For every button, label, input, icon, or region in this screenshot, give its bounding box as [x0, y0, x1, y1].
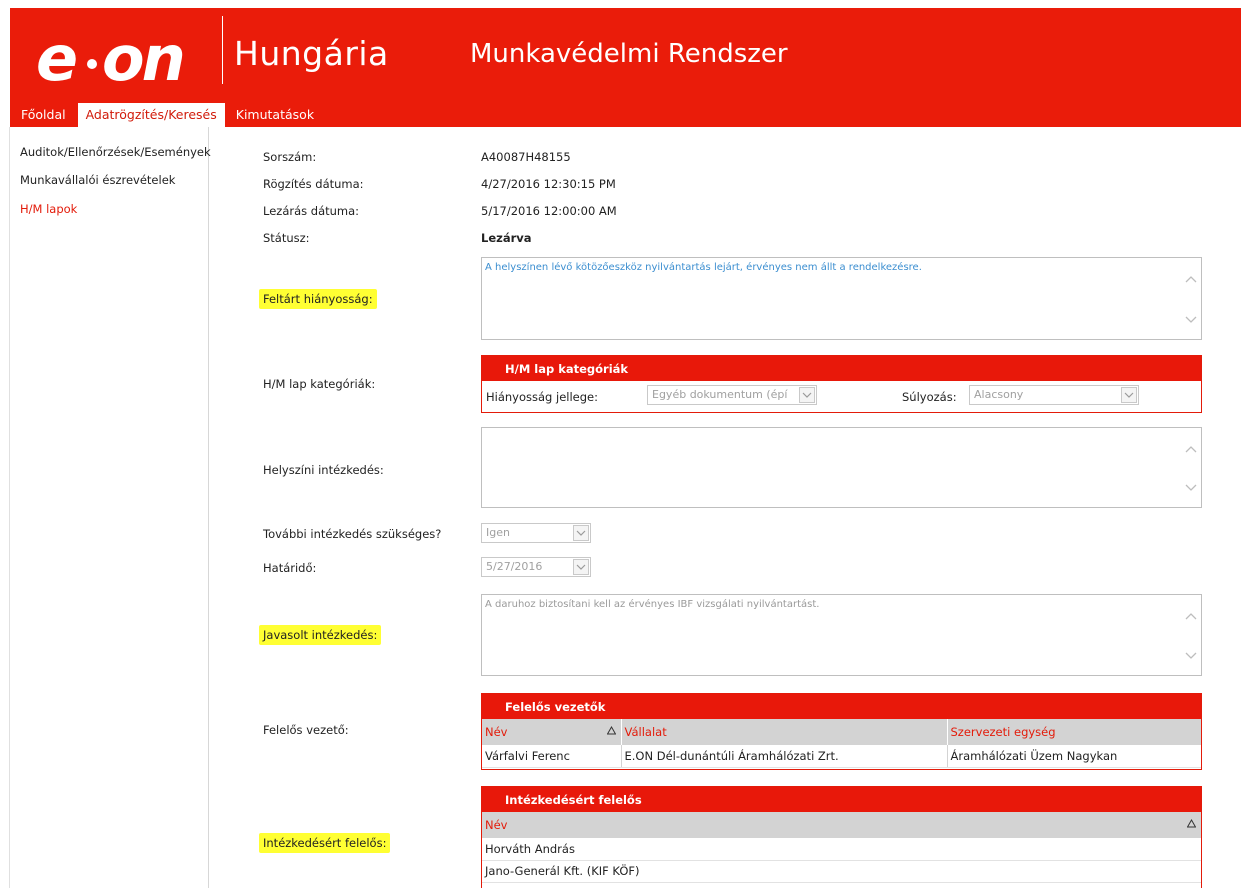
- tovabbi-select-value: Igen: [486, 526, 510, 539]
- tovabbi-label: További intézkedés szükséges?: [263, 527, 442, 541]
- column-header-nev-label: Név: [485, 725, 508, 739]
- main-nav: Főoldal Adatrögzítés/Keresés Kimutatások: [10, 103, 320, 127]
- sidebar-item-munkavallaloi[interactable]: Munkavállalói észrevételek: [20, 173, 175, 187]
- hatarido-select[interactable]: 5/27/2016: [481, 557, 591, 577]
- table-row[interactable]: Jano-Generál Kft. (KIF KÖF): [482, 860, 1201, 883]
- sulyozas-select-value: Alacsony: [974, 388, 1024, 401]
- chevron-down-icon[interactable]: [1121, 387, 1137, 403]
- cell-nev: Horváth András: [482, 838, 1201, 861]
- kategoriak-panel-row: Hiányosság jellege: Egyéb dokumentum (ép…: [482, 381, 1201, 409]
- jelleg-label: Hiányosság jellege:: [486, 390, 598, 404]
- chevron-down-icon[interactable]: [573, 559, 589, 575]
- sidebar-item-auditok[interactable]: Auditok/Ellenőrzések/Események: [20, 145, 211, 159]
- intezkedes-label-text: Intézkedésért felelős:: [259, 833, 391, 853]
- hatarido-select-value: 5/27/2016: [486, 560, 543, 573]
- feltart-text: A helyszínen lévő kötözőeszköz nyilvánta…: [485, 262, 922, 273]
- kategoriak-panel-title: H/M lap kategóriák: [482, 356, 1201, 381]
- scroll-up-icon[interactable]: [1185, 444, 1197, 456]
- scroll-down-icon[interactable]: [1185, 313, 1197, 325]
- intezkedes-table: Név Horváth András Jano-Generál Kft. (KI…: [482, 812, 1201, 883]
- intezkedes-panel: Intézkedésért felelős Név Horváth András…: [481, 786, 1202, 888]
- feltart-label-text: Feltárt hiányosság:: [259, 289, 377, 309]
- sorszam-value: A40087H48155: [481, 150, 571, 164]
- kategoriak-label: H/M lap kategóriák:: [263, 377, 376, 391]
- header-subtitle: Hungária: [234, 34, 389, 73]
- chevron-down-icon[interactable]: [573, 525, 589, 541]
- scroll-down-icon[interactable]: [1185, 649, 1197, 661]
- eon-logo[interactable]: e on: [32, 22, 222, 92]
- intezkedes-panel-title: Intézkedésért felelős: [482, 787, 1201, 812]
- tovabbi-select[interactable]: Igen: [481, 523, 591, 543]
- app-title: Munkavédelmi Rendszer: [470, 39, 788, 69]
- sort-ascending-icon[interactable]: [606, 726, 616, 735]
- javasolt-text: A daruhoz biztosítani kell az érvényes I…: [485, 599, 820, 610]
- felelos-label: Felelős vezető:: [263, 723, 349, 737]
- window-top-edge: [0, 0, 1241, 8]
- jelleg-select[interactable]: Egyéb dokumentum (épí: [647, 385, 817, 405]
- helyszini-label: Helyszíni intézkedés:: [263, 463, 384, 477]
- scroll-down-icon[interactable]: [1185, 481, 1197, 493]
- tab-adatrogzites-kereses[interactable]: Adatrögzítés/Keresés: [77, 103, 225, 127]
- column-header-szervezeti-egyseg[interactable]: Szervezeti egység: [947, 719, 1201, 745]
- chevron-down-icon[interactable]: [799, 387, 815, 403]
- sulyozas-select[interactable]: Alacsony: [969, 385, 1139, 405]
- cell-vallalat: E.ON Dél-dunántúli Áramhálózati Zrt.: [621, 745, 948, 768]
- felelos-table: Név Vállalat Szervezeti egység Várfalvi …: [482, 719, 1201, 768]
- rogzites-label: Rögzítés dátuma:: [263, 177, 364, 191]
- sidebar: Auditok/Ellenőrzések/Események Munkaváll…: [10, 127, 211, 888]
- sulyozas-label: Súlyozás:: [902, 390, 957, 404]
- table-row[interactable]: Várfalvi Ferenc E.ON Dél-dunántúli Áramh…: [482, 745, 1201, 768]
- sort-ascending-icon[interactable]: [1187, 819, 1196, 828]
- sidebar-item-hm-lapok[interactable]: H/M lapok: [20, 202, 77, 216]
- javasolt-label-text: Javasolt intézkedés:: [259, 625, 382, 645]
- felelos-panel: Felelős vezetők Név Vállalat Szervezeti …: [481, 693, 1202, 770]
- jelleg-select-value: Egyéb dokumentum (épí: [652, 388, 788, 401]
- table-row[interactable]: Horváth András: [482, 838, 1201, 861]
- cell-nev: Jano-Generál Kft. (KIF KÖF): [482, 860, 1201, 883]
- scroll-up-icon[interactable]: [1185, 274, 1197, 286]
- svg-text:e: e: [36, 22, 76, 92]
- feltart-textarea[interactable]: A helyszínen lévő kötözőeszköz nyilvánta…: [481, 257, 1202, 340]
- javasolt-textarea[interactable]: A daruhoz biztosítani kell az érvényes I…: [481, 594, 1202, 676]
- sorszam-label: Sorszám:: [263, 150, 317, 164]
- column-header-nev-label: Név: [485, 818, 508, 832]
- helyszini-textarea[interactable]: [481, 427, 1202, 508]
- lezaras-value: 5/17/2016 12:00:00 AM: [481, 204, 617, 218]
- feltart-label: Feltárt hiányosság:: [259, 289, 377, 309]
- intezkedes-label: Intézkedésért felelős:: [259, 833, 391, 853]
- hatarido-label: Határidő:: [263, 561, 317, 575]
- kategoriak-panel: H/M lap kategóriák Hiányosság jellege: E…: [481, 355, 1202, 413]
- column-header-nev[interactable]: Név: [482, 812, 1201, 838]
- scroll-up-icon[interactable]: [1185, 611, 1197, 623]
- cell-szervezeti-egyseg: Áramhálózati Üzem Nagykan: [947, 745, 1201, 768]
- felelos-panel-title: Felelős vezetők: [482, 694, 1201, 719]
- statusz-label: Státusz:: [263, 231, 310, 245]
- javasolt-label: Javasolt intézkedés:: [259, 625, 382, 645]
- svg-text:on: on: [102, 22, 183, 92]
- tab-fooldal[interactable]: Főoldal: [10, 103, 72, 127]
- column-header-vallalat[interactable]: Vállalat: [621, 719, 948, 745]
- lezaras-label: Lezárás dátuma:: [263, 204, 360, 218]
- cell-nev: Várfalvi Ferenc: [482, 745, 622, 768]
- app-header: e on Hungária Munkavédelmi Rendszer Főol…: [10, 8, 1241, 127]
- statusz-value: Lezárva: [481, 231, 532, 245]
- tab-kimutatasok[interactable]: Kimutatások: [225, 103, 320, 127]
- column-header-nev[interactable]: Név: [482, 719, 622, 745]
- header-divider: [222, 16, 223, 84]
- rogzites-value: 4/27/2016 12:30:15 PM: [481, 177, 616, 191]
